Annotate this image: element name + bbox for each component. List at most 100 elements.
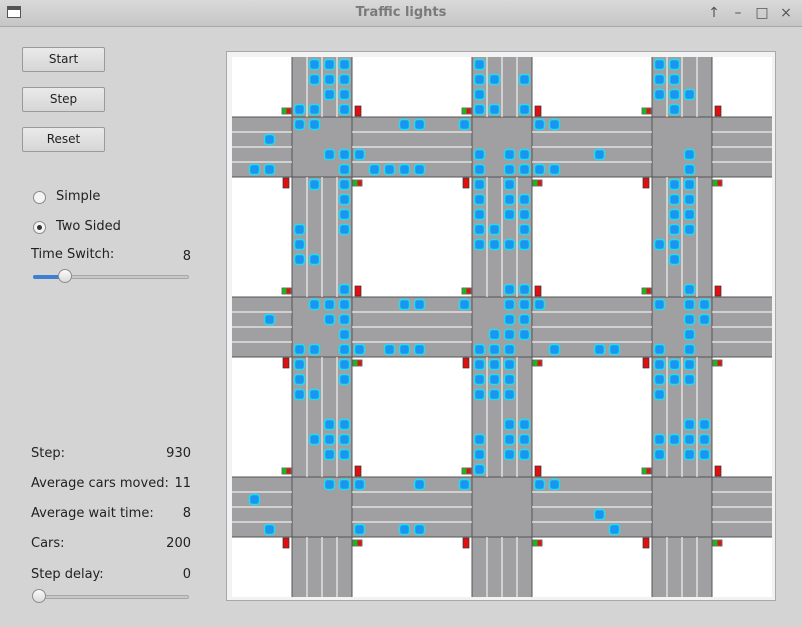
- traffic-light-lamp: [642, 468, 647, 474]
- traffic-light-lamp: [462, 468, 467, 474]
- avg-cars-moved-value: 11: [174, 476, 191, 491]
- car: [473, 163, 486, 176]
- traffic-light: [714, 465, 722, 477]
- car: [518, 418, 531, 431]
- car: [473, 463, 486, 476]
- car: [653, 88, 666, 101]
- car: [323, 313, 336, 326]
- car: [338, 58, 351, 71]
- two-sided-radio[interactable]: [33, 221, 46, 234]
- car: [293, 103, 306, 116]
- car: [473, 148, 486, 161]
- car: [668, 58, 681, 71]
- car: [353, 148, 366, 161]
- step-delay-slider[interactable]: [32, 589, 189, 605]
- time-switch-slider[interactable]: [33, 269, 189, 285]
- traffic-light-lamp: [533, 180, 538, 186]
- car: [488, 223, 501, 236]
- car: [518, 238, 531, 251]
- traffic-light-lamp: [357, 540, 362, 546]
- traffic-light-lamp: [537, 180, 542, 186]
- simple-radio[interactable]: [33, 191, 46, 204]
- car: [248, 493, 261, 506]
- simulation-frame: [226, 51, 776, 601]
- car: [488, 388, 501, 401]
- car: [488, 373, 501, 386]
- car: [698, 433, 711, 446]
- start-button[interactable]: Start: [22, 47, 105, 72]
- car: [308, 58, 321, 71]
- car: [353, 343, 366, 356]
- car: [503, 418, 516, 431]
- car: [293, 238, 306, 251]
- car: [503, 298, 516, 311]
- car: [683, 343, 696, 356]
- car: [533, 163, 546, 176]
- title-bar: Traffic lights ↑ – □ ×: [0, 0, 802, 27]
- car: [653, 343, 666, 356]
- car: [503, 448, 516, 461]
- car: [473, 58, 486, 71]
- step-delay-handle[interactable]: [32, 589, 46, 603]
- car: [518, 193, 531, 206]
- step-button[interactable]: Step: [22, 87, 105, 112]
- car: [668, 178, 681, 191]
- car: [338, 358, 351, 371]
- car: [698, 448, 711, 461]
- car: [593, 508, 606, 521]
- cars-value: 200: [166, 536, 191, 551]
- time-switch-handle[interactable]: [57, 269, 72, 283]
- minimize-button[interactable]: –: [728, 3, 748, 23]
- car: [308, 253, 321, 266]
- car: [458, 298, 471, 311]
- car: [473, 373, 486, 386]
- car: [473, 223, 486, 236]
- car: [503, 313, 516, 326]
- car: [683, 283, 696, 296]
- keep-above-button[interactable]: ↑: [704, 3, 724, 23]
- car: [293, 253, 306, 266]
- maximize-button[interactable]: □: [752, 3, 772, 23]
- traffic-light: [282, 537, 290, 549]
- car: [323, 448, 336, 461]
- traffic-light-lamp: [462, 288, 467, 294]
- reset-button[interactable]: Reset: [22, 127, 105, 152]
- step-value: 930: [166, 446, 191, 461]
- car: [473, 88, 486, 101]
- traffic-light-lamp: [713, 540, 718, 546]
- traffic-light: [282, 177, 290, 189]
- car: [698, 418, 711, 431]
- car: [413, 523, 426, 536]
- car: [683, 193, 696, 206]
- car: [653, 73, 666, 86]
- traffic-light: [714, 285, 722, 297]
- car: [308, 298, 321, 311]
- car: [653, 58, 666, 71]
- traffic-light-lamp: [282, 468, 287, 474]
- car: [518, 223, 531, 236]
- car: [518, 73, 531, 86]
- car: [683, 373, 696, 386]
- car: [653, 388, 666, 401]
- car: [518, 163, 531, 176]
- step-delay-label: Step delay:: [31, 567, 104, 582]
- car: [323, 478, 336, 491]
- car: [533, 118, 546, 131]
- car: [323, 73, 336, 86]
- car: [548, 118, 561, 131]
- car: [488, 103, 501, 116]
- car: [338, 418, 351, 431]
- car: [668, 238, 681, 251]
- car: [338, 163, 351, 176]
- time-switch-label: Time Switch:: [31, 247, 115, 262]
- two-sided-label: Two Sided: [56, 219, 121, 234]
- car: [473, 448, 486, 461]
- traffic-light: [462, 537, 470, 549]
- car: [653, 238, 666, 251]
- close-button[interactable]: ×: [776, 3, 796, 23]
- step-delay-track[interactable]: [33, 595, 189, 599]
- traffic-light-lamp: [713, 180, 718, 186]
- car: [323, 58, 336, 71]
- car: [473, 193, 486, 206]
- car: [323, 298, 336, 311]
